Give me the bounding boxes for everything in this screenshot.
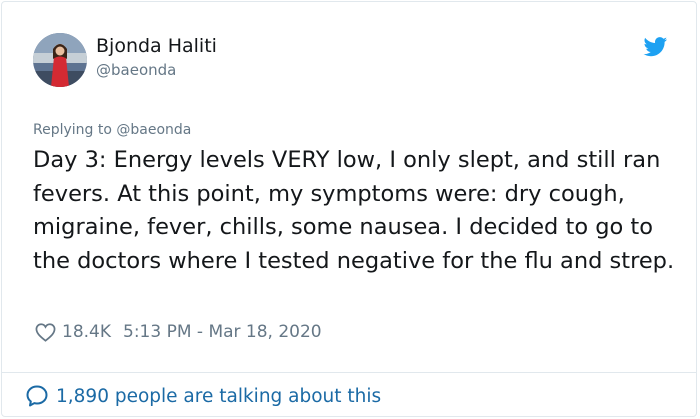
heart-icon[interactable] bbox=[35, 322, 56, 342]
tweet-card: Bjonda Haliti @baeonda Replying to @baeo… bbox=[1, 1, 697, 417]
timestamp[interactable]: 5:13 PM - Mar 18, 2020 bbox=[123, 322, 322, 342]
like-count[interactable]: 18.4K bbox=[62, 322, 111, 342]
talking-about-label[interactable]: 1,890 people are talking about this bbox=[56, 386, 381, 407]
tweet-meta: 18.4K 5:13 PM - Mar 18, 2020 bbox=[35, 320, 322, 344]
profile-photo bbox=[33, 33, 87, 87]
tweet-text: Day 3: Energy levels VERY low, I only sl… bbox=[33, 147, 675, 274]
replying-to[interactable]: Replying to @baeonda bbox=[33, 122, 191, 138]
user-handle[interactable]: @baeonda bbox=[96, 61, 176, 79]
divider bbox=[2, 372, 696, 373]
avatar[interactable] bbox=[33, 33, 87, 87]
speech-bubble-icon bbox=[26, 385, 48, 407]
twitter-bird-icon[interactable] bbox=[643, 37, 668, 57]
display-name[interactable]: Bjonda Haliti bbox=[96, 35, 217, 57]
conversation-link[interactable]: 1,890 people are talking about this bbox=[25, 383, 381, 409]
